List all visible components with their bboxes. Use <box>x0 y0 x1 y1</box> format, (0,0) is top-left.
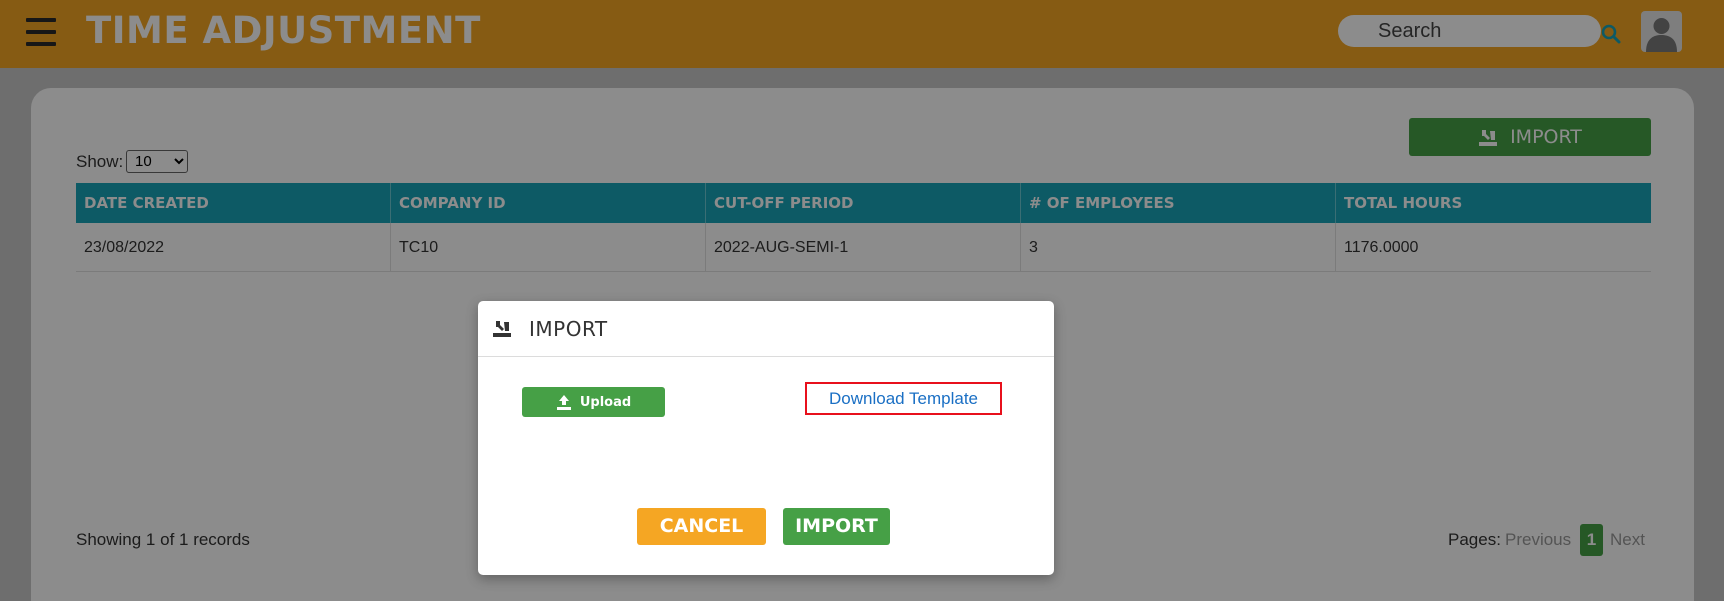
upload-icon <box>556 395 571 410</box>
modal-import-button[interactable]: IMPORT <box>783 508 890 545</box>
cancel-button[interactable]: CANCEL <box>637 508 766 545</box>
import-modal: IMPORT Upload Download Template CANCEL I… <box>478 301 1054 575</box>
modal-title: IMPORT <box>529 317 608 341</box>
modal-header: IMPORT <box>478 301 1054 357</box>
import-icon <box>493 321 511 337</box>
upload-button[interactable]: Upload <box>522 387 665 417</box>
upload-button-label: Upload <box>579 394 632 410</box>
download-template-link[interactable]: Download Template <box>805 382 1002 415</box>
